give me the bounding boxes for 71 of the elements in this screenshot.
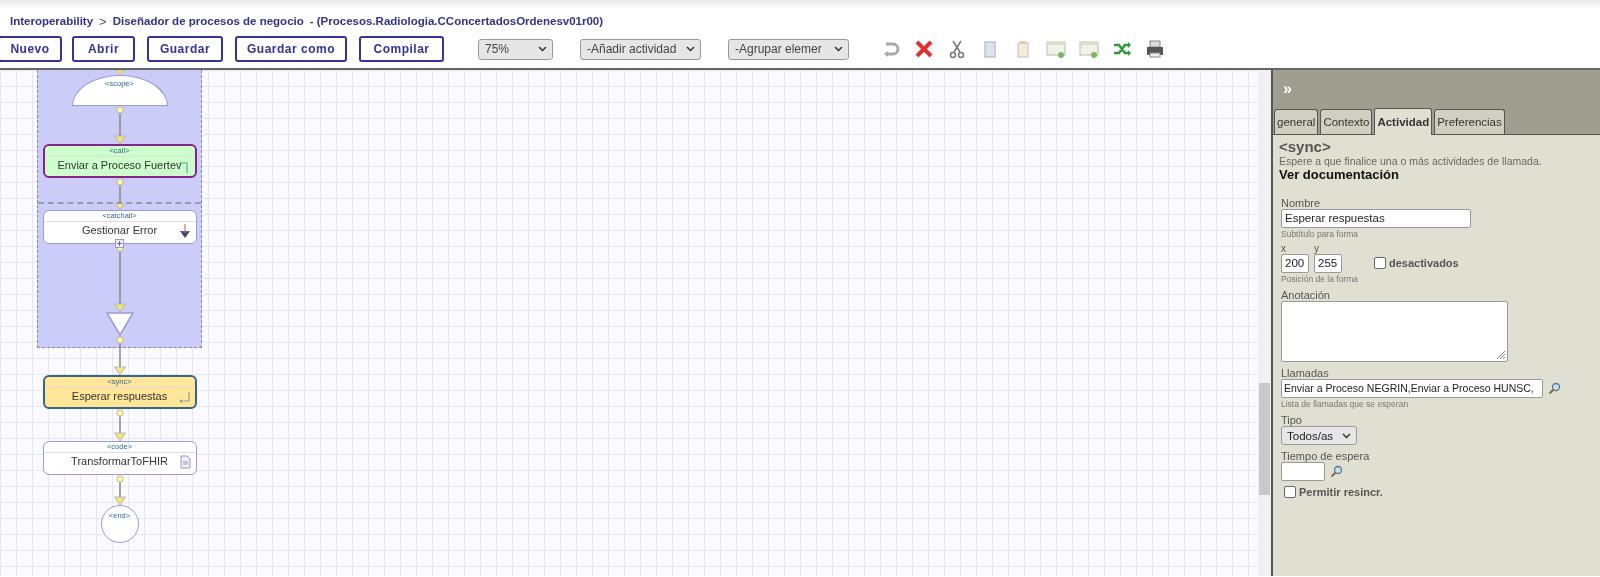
printer-icon[interactable] [1145, 39, 1165, 59]
checkbox-label: desactivados [1389, 257, 1459, 269]
caret-icon [686, 46, 695, 52]
connector-arrow [113, 106, 126, 144]
return-arrow-icon [177, 390, 190, 404]
expand-icon[interactable] [114, 239, 124, 248]
connector-arrow [113, 475, 126, 505]
dropdown-select[interactable]: -Añadir actividad [580, 38, 701, 60]
field-hint: Subtítulo para forma [1281, 229, 1359, 239]
caret-icon [538, 46, 547, 52]
connector-arrow [113, 178, 126, 202]
node-label: TransformarToFHIR [71, 454, 168, 469]
panel-tab[interactable]: Preferencias [1434, 109, 1505, 134]
window-icon[interactable] [1046, 39, 1066, 59]
field-label: y [1314, 243, 1320, 254]
toolbar-button[interactable]: Abrir [72, 36, 135, 62]
window-icon[interactable] [1079, 39, 1099, 59]
node-label: Esperar respuestas [71, 389, 168, 404]
connector-arrow [113, 409, 126, 441]
field-label: Tipo [1281, 414, 1303, 426]
activity-heading: <sync> [1279, 138, 1332, 155]
node-label: Enviar a Proceso Fuertev [57, 158, 182, 173]
field-label: Tiempo de espera [1281, 450, 1371, 462]
delete-icon[interactable] [914, 39, 934, 59]
checkbox[interactable] [1374, 257, 1386, 269]
field-label: x [1281, 243, 1287, 254]
breadcrumb-link[interactable]: Interoperability [10, 15, 94, 27]
input-field[interactable]: Esperar respuestas [1281, 209, 1471, 228]
toolbar-button[interactable]: Nuevo [0, 36, 62, 62]
toolbar-button[interactable]: Compilar [359, 36, 444, 62]
caret-icon [834, 46, 843, 52]
zoom-select[interactable]: 75% [478, 38, 553, 60]
arrow-head [113, 204, 126, 210]
field-hint: Posición de la forma [1281, 274, 1359, 284]
arrow-head [113, 70, 126, 75]
documentation-link[interactable]: Ver documentación [1279, 167, 1594, 182]
input-field[interactable]: Enviar a Proceso NEGRIN,Enviar a Proceso HUNSC, [1281, 379, 1543, 398]
scrollbar[interactable] [1258, 70, 1271, 576]
annotation-field[interactable] [1281, 301, 1508, 362]
checkbox[interactable] [1284, 486, 1296, 498]
input-field[interactable]: 200 [1281, 254, 1309, 273]
panel-tab[interactable]: Contexto [1320, 109, 1373, 134]
input-field[interactable]: 255 [1314, 254, 1342, 273]
node-label: Gestionar Error [81, 223, 158, 238]
field-label: Anotación [1281, 289, 1331, 301]
page-subtitle: - (Procesos.Radiologia.CConcertadosOrdenesv01r00) [309, 15, 604, 27]
search-icon[interactable] [1548, 382, 1561, 395]
breadcrumb-separator: > [99, 13, 107, 29]
checkbox-label: Permitir resincr. [1299, 486, 1383, 498]
caret-icon [1342, 432, 1351, 439]
field-label: Llamadas [1281, 367, 1330, 379]
resize-grip-icon [1496, 350, 1505, 359]
panel-tab[interactable]: general [1274, 109, 1319, 134]
search-icon[interactable] [1330, 465, 1343, 478]
type-select[interactable]: Todos/as [1281, 426, 1357, 445]
panel-tab[interactable]: Actividad [1374, 108, 1433, 135]
activity-description: Espere a que finalice una o más actividades de llamada. [1279, 155, 1543, 167]
join-triangle[interactable] [105, 312, 134, 336]
toolbar-button[interactable]: Guardar [147, 36, 223, 62]
field-hint: Lista de llamadas que se esperan [1281, 399, 1410, 409]
scissors-icon[interactable] [947, 39, 967, 59]
toolbar-button[interactable]: Guardar como [235, 36, 347, 62]
document-icon [178, 455, 191, 469]
shuffle-icon[interactable] [1112, 39, 1132, 59]
page-title: Diseñador de procesos de negocio [112, 15, 304, 27]
dropdown-select[interactable]: -Agrupar elemer [728, 38, 849, 60]
connector-arrow [113, 348, 126, 375]
spinning-top-icon [178, 224, 191, 238]
scrollbar-thumb[interactable] [1259, 383, 1270, 495]
field-label: Nombre [1281, 197, 1322, 209]
input-field[interactable] [1281, 462, 1325, 481]
